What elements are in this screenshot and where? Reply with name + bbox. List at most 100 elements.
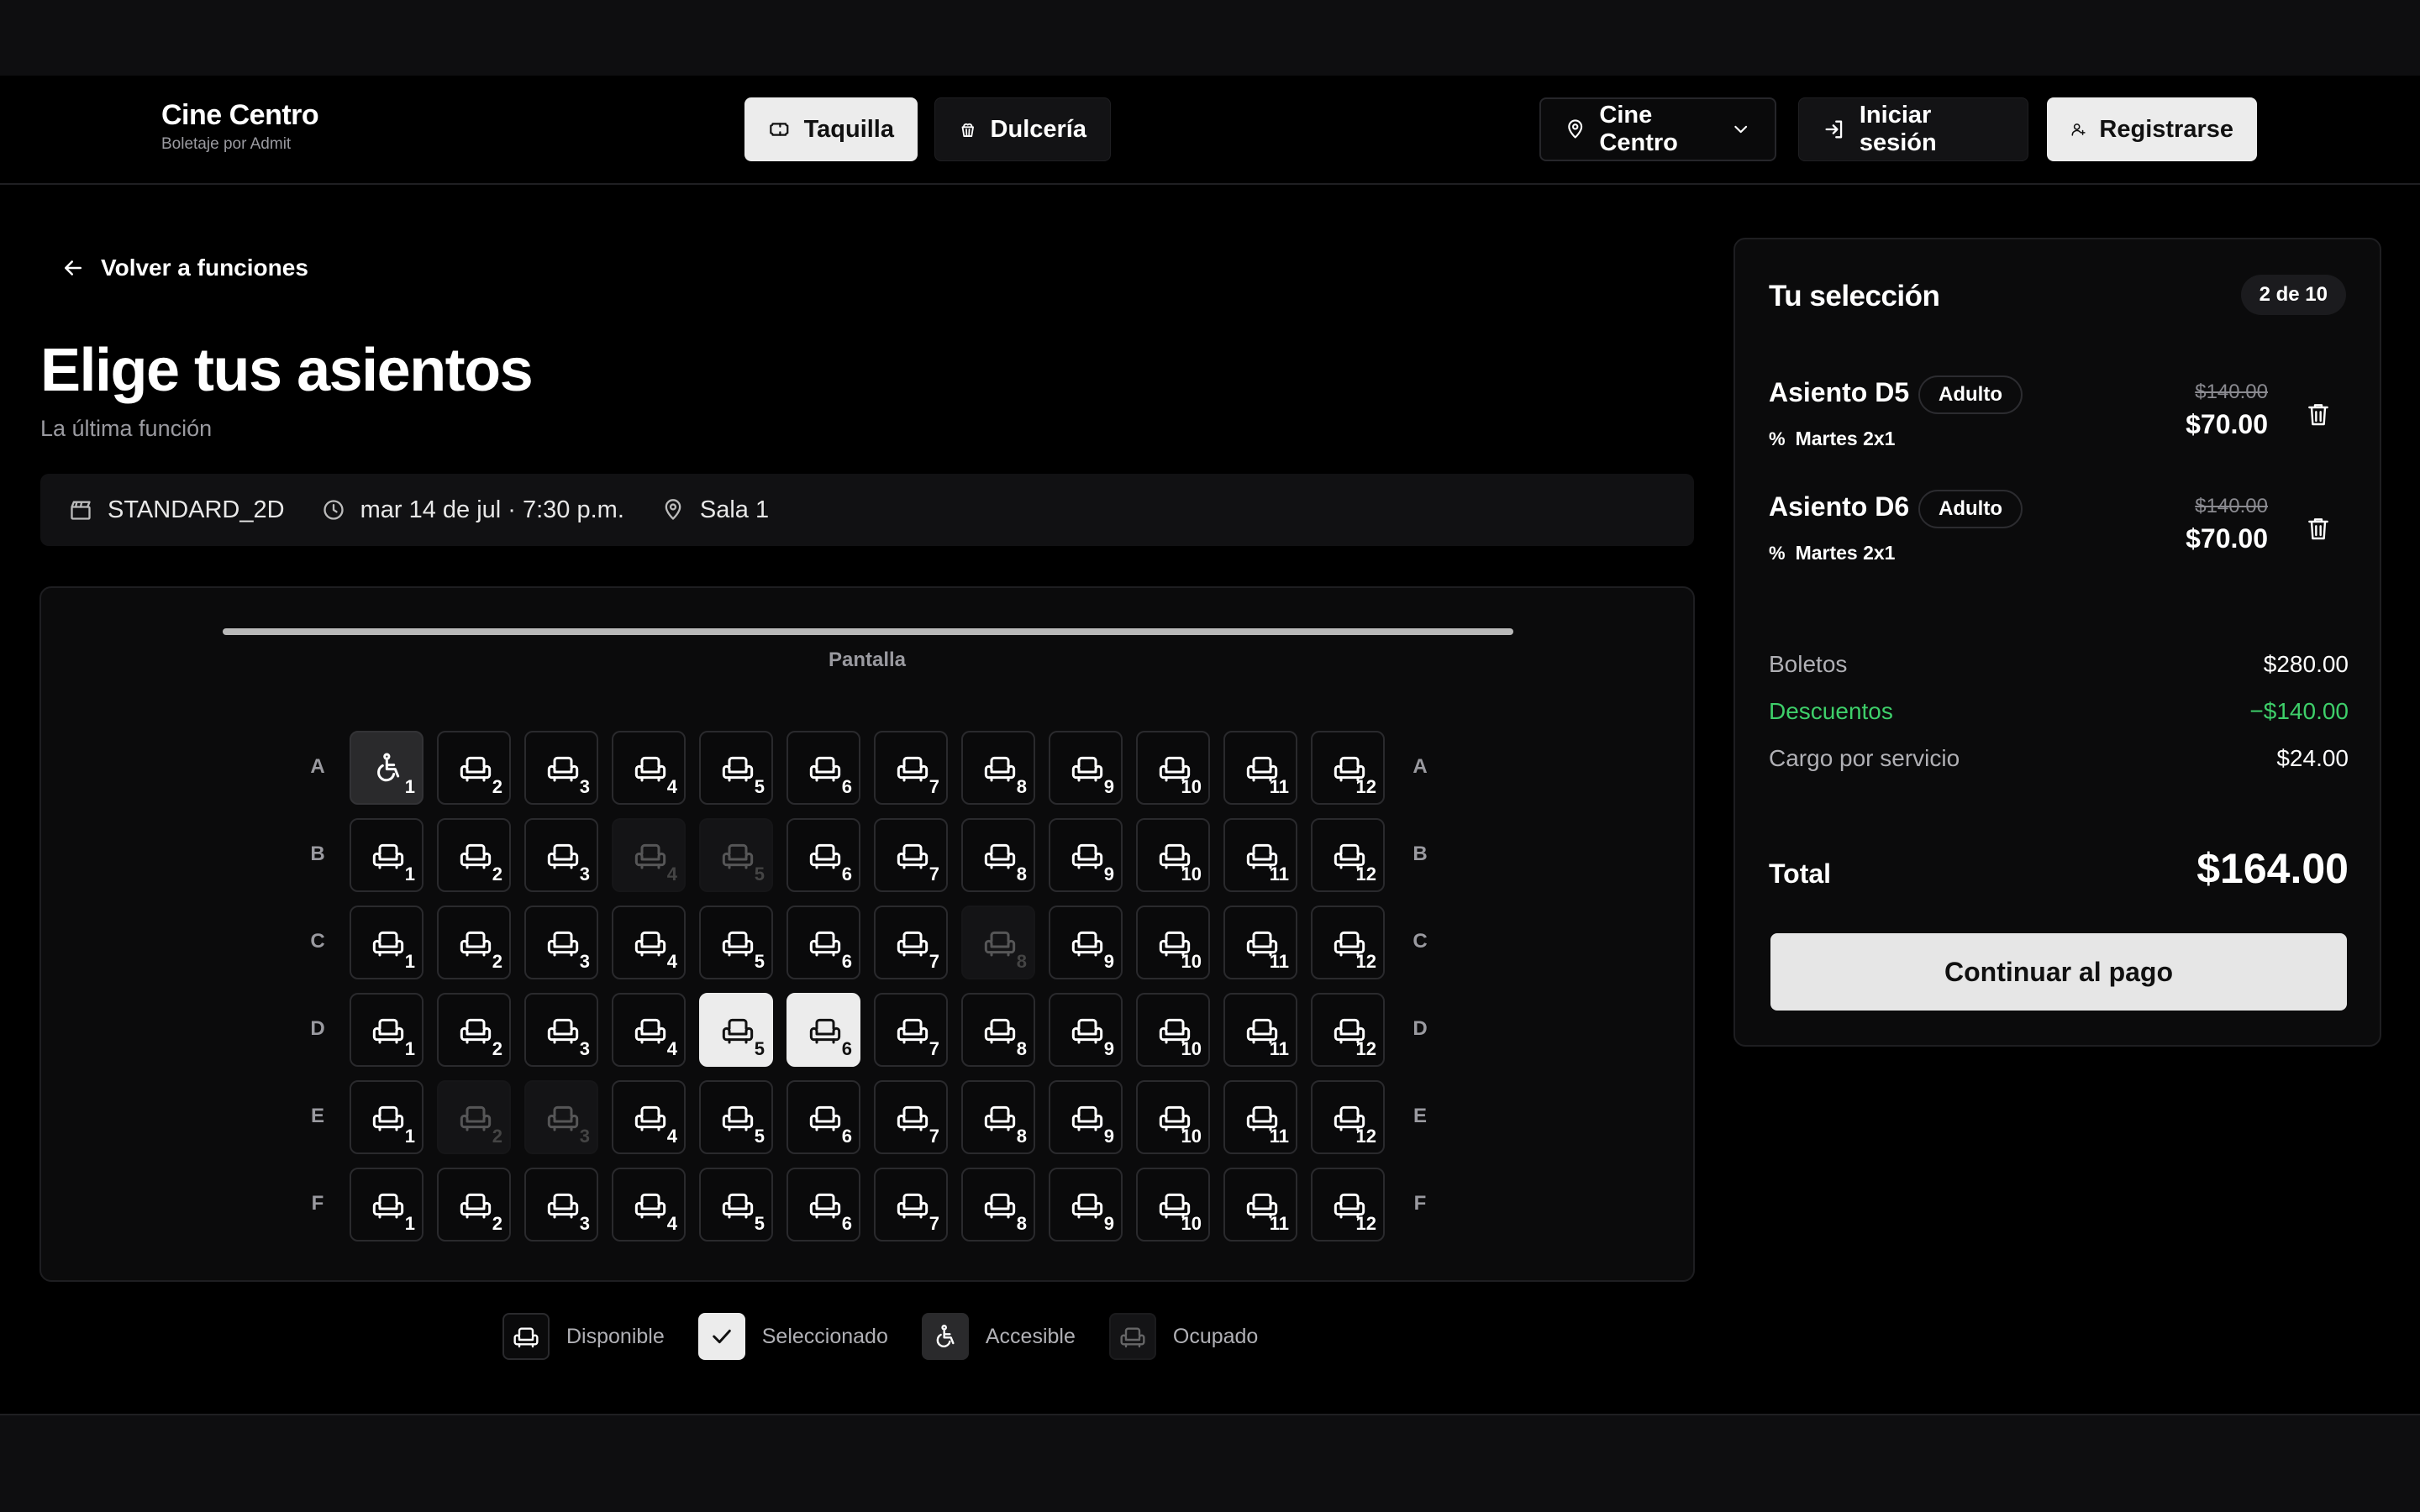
seat-c12[interactable]: 12 <box>1311 906 1385 979</box>
nav-dulceria-button[interactable]: Dulcería <box>934 97 1111 161</box>
seat-b10[interactable]: 10 <box>1136 818 1210 892</box>
seat-d9[interactable]: 9 <box>1049 993 1123 1067</box>
seat-number: 1 <box>404 1126 415 1147</box>
seat-c3[interactable]: 3 <box>524 906 598 979</box>
seat-c1[interactable]: 1 <box>350 906 424 979</box>
seat-b7[interactable]: 7 <box>874 818 948 892</box>
login-button[interactable]: Iniciar sesión <box>1798 97 2028 161</box>
seat-d12[interactable]: 12 <box>1311 993 1385 1067</box>
seat-f2[interactable]: 2 <box>437 1168 511 1242</box>
seat-c10[interactable]: 10 <box>1136 906 1210 979</box>
seat-a3[interactable]: 3 <box>524 731 598 805</box>
seat-a6[interactable]: 6 <box>786 731 860 805</box>
seat-f10[interactable]: 10 <box>1136 1168 1210 1242</box>
seat-e10[interactable]: 10 <box>1136 1080 1210 1154</box>
seat-a12[interactable]: 12 <box>1311 731 1385 805</box>
seat-number: 6 <box>841 1213 852 1234</box>
trash-icon[interactable] <box>2305 515 2332 542</box>
seat-c6[interactable]: 6 <box>786 906 860 979</box>
seat-b9[interactable]: 9 <box>1049 818 1123 892</box>
seat-b5: 5 <box>699 818 773 892</box>
seat-a1[interactable]: 1 <box>350 731 424 805</box>
login-icon <box>1825 120 1843 139</box>
armchair-icon <box>634 931 666 957</box>
seat-e12[interactable]: 12 <box>1311 1080 1385 1154</box>
legend-occupied-label: Ocupado <box>1172 1324 1259 1348</box>
seat-b3[interactable]: 3 <box>524 818 598 892</box>
trash-icon[interactable] <box>2305 401 2332 428</box>
seat-b6[interactable]: 6 <box>786 818 860 892</box>
seat-f12[interactable]: 12 <box>1311 1168 1385 1242</box>
seat-e8[interactable]: 8 <box>961 1080 1035 1154</box>
seat-c9[interactable]: 9 <box>1049 906 1123 979</box>
seat-b8[interactable]: 8 <box>961 818 1035 892</box>
armchair-icon <box>722 1105 754 1131</box>
seat-a7[interactable]: 7 <box>874 731 948 805</box>
ticket-item: Asiento D5 Adulto % Martes 2x1 $140.00 $… <box>1769 375 2349 459</box>
seat-d7[interactable]: 7 <box>874 993 948 1067</box>
seat-c2[interactable]: 2 <box>437 906 511 979</box>
seat-number: 1 <box>404 864 415 885</box>
seat-number: 3 <box>579 951 590 972</box>
armchair-icon <box>547 843 579 869</box>
seat-a11[interactable]: 11 <box>1223 731 1297 805</box>
seat-number: 2 <box>492 864 502 885</box>
seat-d1[interactable]: 1 <box>350 993 424 1067</box>
seat-a10[interactable]: 10 <box>1136 731 1210 805</box>
seat-d5[interactable]: 5 <box>699 993 773 1067</box>
legend-accessible: Accesible <box>921 1313 1076 1360</box>
seat-number: 12 <box>1355 1126 1376 1147</box>
seat-c5[interactable]: 5 <box>699 906 773 979</box>
seat-d4[interactable]: 4 <box>612 993 686 1067</box>
ticket-price: $70.00 <box>2186 523 2268 554</box>
ticket-type-badge[interactable]: Adulto <box>1918 490 2023 528</box>
seat-f7[interactable]: 7 <box>874 1168 948 1242</box>
seat-e4[interactable]: 4 <box>612 1080 686 1154</box>
brand[interactable]: Cine Centro Boletaje por Admit <box>161 99 319 154</box>
seat-f9[interactable]: 9 <box>1049 1168 1123 1242</box>
seat-e5[interactable]: 5 <box>699 1080 773 1154</box>
seat-e6[interactable]: 6 <box>786 1080 860 1154</box>
seat-e11[interactable]: 11 <box>1223 1080 1297 1154</box>
seat-c4[interactable]: 4 <box>612 906 686 979</box>
seat-e1[interactable]: 1 <box>350 1080 424 1154</box>
continue-to-payment-button[interactable]: Continuar al pago <box>1770 933 2347 1011</box>
nav-taquilla-button[interactable]: Taquilla <box>744 97 918 161</box>
seat-a4[interactable]: 4 <box>612 731 686 805</box>
seat-f3[interactable]: 3 <box>524 1168 598 1242</box>
location-select[interactable]: Cine Centro <box>1539 97 1776 161</box>
seat-d2[interactable]: 2 <box>437 993 511 1067</box>
armchair-icon <box>460 1018 492 1044</box>
total-value: $164.00 <box>2196 845 2349 892</box>
back-to-showtimes-link[interactable]: Volver a funciones <box>60 255 308 281</box>
seat-d8[interactable]: 8 <box>961 993 1035 1067</box>
seat-c7[interactable]: 7 <box>874 906 948 979</box>
row-label-d: D <box>1413 1017 1428 1040</box>
seat-f4[interactable]: 4 <box>612 1168 686 1242</box>
seat-a8[interactable]: 8 <box>961 731 1035 805</box>
ticket-type-badge[interactable]: Adulto <box>1918 375 2023 414</box>
seat-f8[interactable]: 8 <box>961 1168 1035 1242</box>
seat-b2[interactable]: 2 <box>437 818 511 892</box>
seat-d10[interactable]: 10 <box>1136 993 1210 1067</box>
register-button[interactable]: Registrarse <box>2047 97 2257 161</box>
seat-c11[interactable]: 11 <box>1223 906 1297 979</box>
seat-number: 9 <box>1103 951 1114 972</box>
seat-a9[interactable]: 9 <box>1049 731 1123 805</box>
seat-a2[interactable]: 2 <box>437 731 511 805</box>
seat-a5[interactable]: 5 <box>699 731 773 805</box>
seat-d6[interactable]: 6 <box>786 993 860 1067</box>
seat-b11[interactable]: 11 <box>1223 818 1297 892</box>
seat-b1[interactable]: 1 <box>350 818 424 892</box>
seat-e7[interactable]: 7 <box>874 1080 948 1154</box>
seat-e9[interactable]: 9 <box>1049 1080 1123 1154</box>
seat-f6[interactable]: 6 <box>786 1168 860 1242</box>
seat-number: 5 <box>754 1126 765 1147</box>
seat-d3[interactable]: 3 <box>524 993 598 1067</box>
seat-f11[interactable]: 11 <box>1223 1168 1297 1242</box>
seat-number: 11 <box>1269 1126 1289 1147</box>
seat-d11[interactable]: 11 <box>1223 993 1297 1067</box>
seat-f1[interactable]: 1 <box>350 1168 424 1242</box>
seat-f5[interactable]: 5 <box>699 1168 773 1242</box>
seat-b12[interactable]: 12 <box>1311 818 1385 892</box>
